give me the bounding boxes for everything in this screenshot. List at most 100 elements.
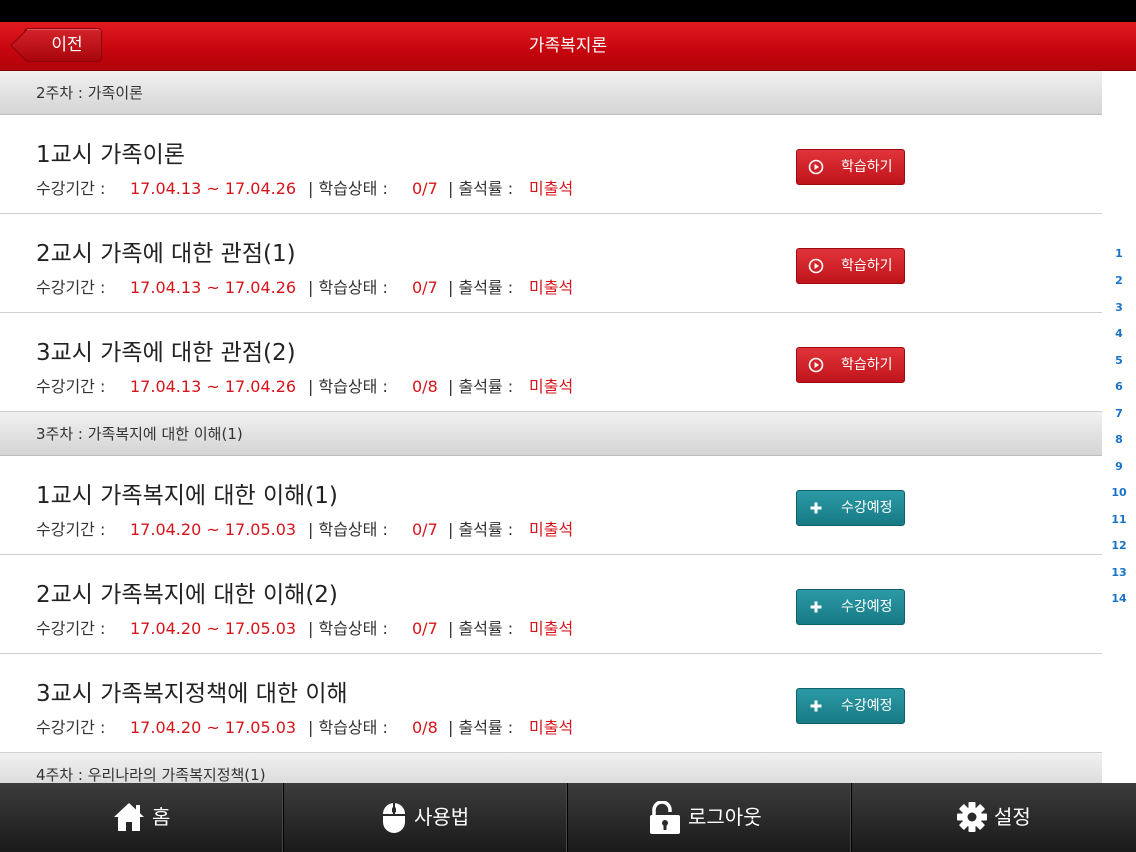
week-index-item[interactable]: 10 — [1102, 486, 1136, 499]
status-value: 0/7 — [412, 278, 438, 297]
attendance-label: | 출석률 : — [448, 619, 514, 638]
week-index-item[interactable]: 11 — [1102, 513, 1136, 526]
week-header: 3주차 : 가족복지에 대한 이해(1) — [0, 412, 1102, 456]
period-label: 수강기간 : — [36, 377, 106, 396]
lesson-list[interactable]: 2주차 : 가족이론 1교시 가족이론 수강기간 : 17.04.13 ~ 17.… — [0, 71, 1102, 783]
study-button-label: 학습하기 — [841, 357, 893, 373]
period-value: 17.04.13 ~ 17.04.26 — [130, 278, 297, 297]
bottom-tab-bar: 홈 사용법 로그아웃 설정 — [0, 783, 1136, 852]
tab-home[interactable]: 홈 — [0, 783, 284, 852]
week-index-item[interactable]: 14 — [1102, 592, 1136, 605]
status-label: | 학습상태 : — [308, 179, 388, 198]
lesson-meta: 수강기간 : 17.04.20 ~ 17.05.03 | 학습상태 : 0/7 | 출석… — [36, 516, 573, 540]
planned-button-label: 수강예정 — [841, 599, 893, 615]
planned-button[interactable]: 수강예정 — [796, 490, 905, 526]
lesson-title: 2교시 가족에 대한 관점(1) — [36, 241, 296, 267]
play-circle-icon — [808, 159, 824, 175]
planned-button-label: 수강예정 — [841, 698, 893, 714]
week-index-item[interactable]: 9 — [1102, 460, 1136, 473]
tab-howto-label: 사용법 — [414, 805, 470, 829]
tab-settings-label: 설정 — [994, 805, 1031, 829]
attendance-label: | 출석률 : — [448, 377, 514, 396]
study-button[interactable]: 학습하기 — [796, 248, 905, 284]
lesson-title: 3교시 가족에 대한 관점(2) — [36, 340, 296, 366]
planned-button[interactable]: 수강예정 — [796, 688, 905, 724]
week-index-item[interactable]: 2 — [1102, 274, 1136, 287]
status-label: | 학습상태 : — [308, 278, 388, 297]
week-index-item[interactable]: 1 — [1102, 247, 1136, 260]
lesson-row: 2교시 가족복지에 대한 이해(2) 수강기간 : 17.04.20 ~ 17.0… — [0, 555, 1102, 654]
attendance-value: 미출석 — [529, 278, 574, 297]
plus-icon — [810, 700, 822, 712]
status-label: | 학습상태 : — [308, 619, 388, 638]
lesson-meta: 수강기간 : 17.04.13 ~ 17.04.26 | 학습상태 : 0/7 | 출석… — [36, 175, 573, 199]
week-index-item[interactable]: 12 — [1102, 539, 1136, 552]
status-value: 0/7 — [412, 619, 438, 638]
lesson-meta: 수강기간 : 17.04.13 ~ 17.04.26 | 학습상태 : 0/8 | 출석… — [36, 373, 573, 397]
attendance-value: 미출석 — [529, 619, 574, 638]
attendance-label: | 출석률 : — [448, 278, 514, 297]
attendance-label: | 출석률 : — [448, 718, 514, 737]
tab-settings[interactable]: 설정 — [852, 783, 1136, 852]
attendance-label: | 출석률 : — [448, 179, 514, 198]
plus-icon — [810, 502, 822, 514]
status-value: 0/7 — [412, 179, 438, 198]
status-label: | 학습상태 : — [308, 718, 388, 737]
attendance-label: | 출석률 : — [448, 520, 514, 539]
period-value: 17.04.13 ~ 17.04.26 — [130, 377, 297, 396]
planned-button-label: 수강예정 — [841, 500, 893, 516]
status-value: 0/8 — [412, 377, 438, 396]
tab-home-label: 홈 — [152, 805, 171, 829]
play-circle-icon — [808, 258, 824, 274]
lesson-meta: 수강기간 : 17.04.13 ~ 17.04.26 | 학습상태 : 0/7 | 출석… — [36, 274, 573, 298]
week-index-item[interactable]: 4 — [1102, 327, 1136, 340]
lesson-row: 3교시 가족에 대한 관점(2) 수강기간 : 17.04.13 ~ 17.04.… — [0, 313, 1102, 412]
study-button[interactable]: 학습하기 — [796, 149, 905, 185]
period-value: 17.04.20 ~ 17.05.03 — [130, 619, 297, 638]
back-button[interactable]: 이전 — [24, 28, 102, 62]
study-button[interactable]: 학습하기 — [796, 347, 905, 383]
week-index-item[interactable]: 3 — [1102, 301, 1136, 314]
tab-logout-label: 로그아웃 — [688, 805, 762, 829]
status-value: 0/8 — [412, 718, 438, 737]
lesson-row: 2교시 가족에 대한 관점(1) 수강기간 : 17.04.13 ~ 17.04.… — [0, 214, 1102, 313]
unlock-icon — [650, 801, 680, 834]
tab-logout[interactable]: 로그아웃 — [568, 783, 852, 852]
status-label: | 학습상태 : — [308, 520, 388, 539]
lesson-title: 1교시 가족이론 — [36, 142, 185, 168]
page-title: 가족복지론 — [528, 36, 608, 56]
period-label: 수강기간 : — [36, 278, 106, 297]
lesson-title: 1교시 가족복지에 대한 이해(1) — [36, 483, 338, 509]
attendance-value: 미출석 — [529, 179, 574, 198]
week-index-item[interactable]: 7 — [1102, 407, 1136, 420]
week-index-item[interactable]: 13 — [1102, 566, 1136, 579]
week-index: 1 2 3 4 5 6 7 8 9 10 11 12 13 14 — [1102, 71, 1136, 783]
mouse-icon — [383, 803, 405, 833]
play-circle-icon — [808, 357, 824, 373]
lesson-meta: 수강기간 : 17.04.20 ~ 17.05.03 | 학습상태 : 0/7 | 출석… — [36, 615, 573, 639]
period-label: 수강기간 : — [36, 718, 106, 737]
back-button-label: 이전 — [51, 35, 83, 55]
tab-howto[interactable]: 사용법 — [284, 783, 568, 852]
plus-icon — [810, 601, 822, 613]
week-header: 4주차 : 우리나라의 가족복지정책(1) — [0, 753, 1102, 783]
period-value: 17.04.20 ~ 17.05.03 — [130, 520, 297, 539]
lesson-row: 1교시 가족복지에 대한 이해(1) 수강기간 : 17.04.20 ~ 17.0… — [0, 456, 1102, 555]
home-icon — [114, 803, 144, 831]
period-label: 수강기간 : — [36, 619, 106, 638]
top-navigation-bar: 가족복지론 이전 — [0, 22, 1136, 71]
lesson-meta: 수강기간 : 17.04.20 ~ 17.05.03 | 학습상태 : 0/8 | 출석… — [36, 714, 573, 738]
gear-icon — [957, 802, 987, 832]
attendance-value: 미출석 — [529, 520, 574, 539]
lesson-row: 1교시 가족이론 수강기간 : 17.04.13 ~ 17.04.26 | 학습상태… — [0, 115, 1102, 214]
planned-button[interactable]: 수강예정 — [796, 589, 905, 625]
week-index-item[interactable]: 6 — [1102, 380, 1136, 393]
study-button-label: 학습하기 — [841, 258, 893, 274]
period-label: 수강기간 : — [36, 179, 106, 198]
status-value: 0/7 — [412, 520, 438, 539]
week-index-item[interactable]: 5 — [1102, 354, 1136, 367]
status-bar — [0, 0, 1136, 22]
attendance-value: 미출석 — [529, 718, 574, 737]
status-label: | 학습상태 : — [308, 377, 388, 396]
week-index-item[interactable]: 8 — [1102, 433, 1136, 446]
